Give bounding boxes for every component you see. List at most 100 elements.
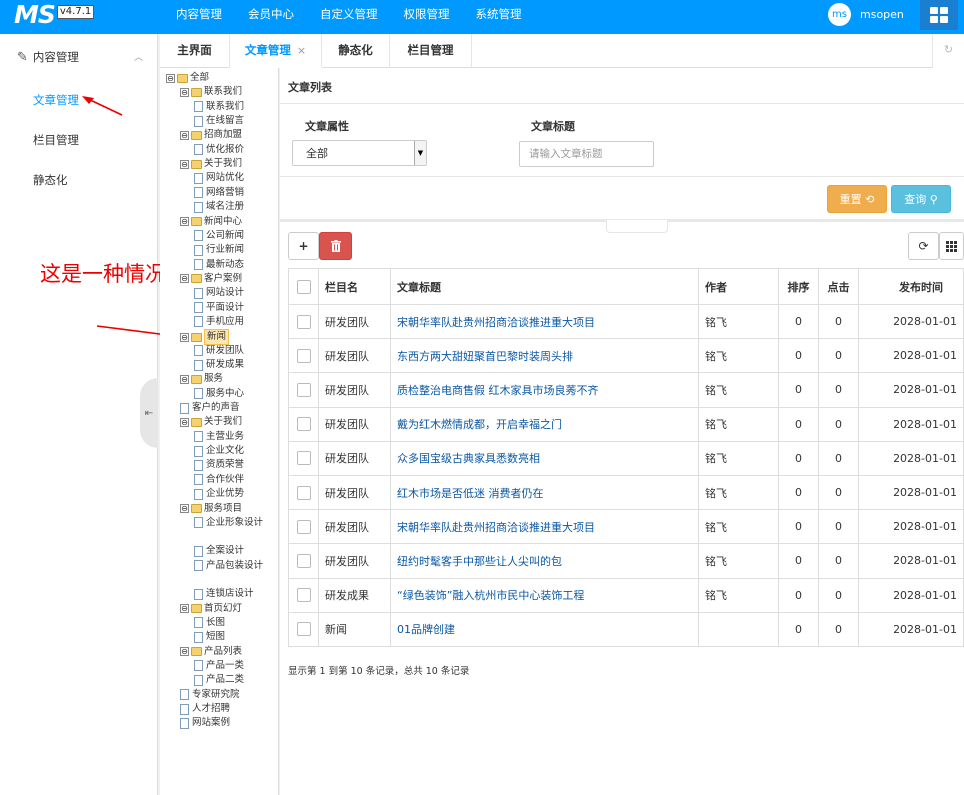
cell-title[interactable]: 01品牌创建: [390, 611, 699, 647]
topnav-custom[interactable]: 自定义管理: [307, 0, 391, 30]
tab-article[interactable]: 文章管理 ×: [230, 34, 322, 68]
tree-node[interactable]: 研发成果: [194, 358, 244, 372]
reset-button[interactable]: 重置 ⟲: [827, 185, 887, 213]
col-title[interactable]: 文章标题: [390, 268, 699, 305]
tree-node[interactable]: 主营业务: [194, 430, 244, 444]
col-date[interactable]: 发布时间: [858, 268, 964, 305]
delete-button[interactable]: [319, 232, 352, 260]
row-checkbox[interactable]: [296, 485, 311, 500]
row-checkbox[interactable]: [296, 451, 311, 466]
tree-node[interactable]: 专家研究院: [180, 688, 240, 702]
col-sort[interactable]: 排序: [778, 268, 819, 305]
tree-node[interactable]: 长图: [194, 616, 225, 630]
close-icon[interactable]: ×: [297, 44, 306, 57]
tree-node[interactable]: ⊖ 产品列表: [180, 645, 242, 659]
tab-column[interactable]: 栏目管理: [390, 34, 472, 68]
sidebar-item-article[interactable]: 文章管理: [33, 92, 79, 108]
tree-collapse-icon[interactable]: ⊖: [180, 417, 189, 427]
sidebar-collapse-handle[interactable]: ⇤: [140, 378, 158, 448]
tree-collapse-icon[interactable]: ⊖: [180, 87, 189, 97]
attr-select[interactable]: 全部 ▼: [292, 140, 427, 166]
tree-node[interactable]: 网络营销: [194, 186, 244, 200]
table-row[interactable]: 研发团队 众多国宝级古典家具悉数亮相 铭飞 0 0 2028-01-01: [288, 440, 964, 476]
tree-node[interactable]: 手机应用: [194, 315, 244, 329]
tree-collapse-icon[interactable]: ⊖: [180, 274, 189, 284]
title-input[interactable]: 请输入文章标题: [519, 141, 654, 167]
cell-title[interactable]: 宋朝华率队赴贵州招商洽谈推进重大项目: [390, 509, 699, 545]
tree-collapse-icon[interactable]: ⊖: [180, 647, 189, 657]
tree-node[interactable]: 行业新闻: [194, 243, 244, 257]
table-row[interactable]: 新闻 01品牌创建 0 0 2028-01-01: [288, 611, 964, 647]
row-checkbox[interactable]: [296, 348, 311, 363]
tree-node[interactable]: 短图: [194, 630, 225, 644]
tree-node[interactable]: 网站优化: [194, 171, 244, 185]
cell-title[interactable]: 纽约时髦客手中那些让人尖叫的包: [390, 543, 699, 579]
sidebar-item-static[interactable]: 静态化: [33, 172, 68, 188]
tree-node[interactable]: 研发团队: [194, 344, 244, 358]
tree-node[interactable]: 企业优势: [194, 487, 244, 501]
tree-node[interactable]: 公司新闻: [194, 229, 244, 243]
tree-node[interactable]: ⊖ 关于我们: [180, 157, 242, 171]
cell-title[interactable]: 戴为红木燃情成都，开启幸福之门: [390, 406, 699, 442]
tree-node[interactable]: ⊖ 关于我们: [180, 415, 242, 429]
tree-node[interactable]: 网站设计: [194, 286, 244, 300]
row-checkbox[interactable]: [296, 314, 311, 329]
tree-node[interactable]: 客户的声音: [180, 401, 240, 415]
cell-title[interactable]: 红木市场是否低迷 消费者仍在: [390, 474, 699, 511]
tree-collapse-icon[interactable]: ⊖: [180, 332, 189, 342]
cell-title[interactable]: 众多国宝级古典家具悉数亮相: [390, 440, 699, 476]
tree-node[interactable]: 企业形象设计: [194, 516, 274, 530]
tabs-refresh-button[interactable]: ↻: [932, 34, 964, 68]
table-row[interactable]: 研发团队 宋朝华率队赴贵州招商洽谈推进重大项目 铭飞 0 0 2028-01-01: [288, 509, 964, 545]
table-row[interactable]: 研发团队 质检整治电商售假 红木家具市场良莠不齐 铭飞 0 0 2028-01-01: [288, 372, 964, 408]
tree-node[interactable]: ⊖ 服务项目: [180, 502, 242, 516]
select-all-checkbox[interactable]: [296, 279, 311, 294]
table-row[interactable]: 研发团队 戴为红木燃情成都，开启幸福之门 铭飞 0 0 2028-01-01: [288, 406, 964, 442]
tree-node[interactable]: 域名注册: [194, 200, 244, 214]
cell-title[interactable]: 东西方两大甜妞聚首巴黎时装周头排: [390, 338, 699, 374]
tree-node[interactable]: 优化报价: [194, 143, 244, 157]
table-row[interactable]: 研发团队 宋朝华率队赴贵州招商洽谈推进重大项目 铭飞 0 0 2028-01-01: [288, 303, 964, 340]
sidebar-group-content[interactable]: ✎ 内容管理: [17, 49, 79, 65]
tree-node[interactable]: 网站案例: [180, 716, 230, 730]
tab-static[interactable]: 静态化: [322, 34, 390, 68]
tree-collapse-icon[interactable]: ⊖: [180, 217, 189, 226]
chevron-up-icon[interactable]: ︿: [134, 50, 143, 63]
tree-node[interactable]: 产品一类: [194, 659, 244, 673]
query-button[interactable]: 查询 ⚲: [891, 185, 951, 213]
topnav-system[interactable]: 系统管理: [463, 0, 535, 30]
tree-collapse-icon[interactable]: ⊖: [166, 73, 175, 83]
tree-node[interactable]: ⊖ 首页幻灯: [180, 602, 242, 616]
col-category[interactable]: 栏目名: [318, 268, 391, 305]
sidebar-item-column[interactable]: 栏目管理: [33, 132, 79, 148]
tree-collapse-icon[interactable]: ⊖: [180, 374, 189, 384]
topnav-member[interactable]: 会员中心: [235, 0, 307, 30]
row-checkbox[interactable]: [296, 622, 311, 637]
tree-node[interactable]: 连锁店设计: [194, 587, 254, 601]
tree-node[interactable]: 联系我们: [194, 100, 244, 114]
tree-node[interactable]: 产品二类: [194, 673, 244, 687]
row-checkbox[interactable]: [296, 553, 311, 568]
tree-node[interactable]: 全案设计: [194, 544, 244, 558]
cell-title[interactable]: 质检整治电商售假 红木家具市场良莠不齐: [390, 372, 699, 408]
tree-node[interactable]: 产品包装设计: [194, 559, 274, 573]
topnav-content[interactable]: 内容管理: [163, 0, 235, 30]
row-checkbox[interactable]: [296, 417, 311, 432]
row-checkbox[interactable]: [296, 588, 311, 603]
tree-node[interactable]: 平面设计: [194, 301, 244, 315]
row-checkbox[interactable]: [296, 519, 311, 534]
tree-collapse-icon[interactable]: ⊖: [180, 130, 189, 140]
tree-node[interactable]: ⊖ 新闻中心: [180, 215, 242, 229]
tree-node[interactable]: ⊖ 联系我们: [180, 85, 242, 99]
tree-node[interactable]: ⊖ 服务: [180, 372, 223, 386]
apps-button[interactable]: [920, 0, 958, 30]
table-row[interactable]: 研发团队 红木市场是否低迷 消费者仍在 铭飞 0 0 2028-01-01: [288, 474, 964, 511]
tree-node[interactable]: ⊖ 客户案例: [180, 272, 242, 286]
user-menu[interactable]: ms msopen: [828, 3, 904, 26]
cell-title[interactable]: “绿色装饰”融入杭州市民中心装饰工程: [390, 577, 699, 613]
add-button[interactable]: +: [288, 232, 319, 260]
tree-node[interactable]: ⊖ 招商加盟: [180, 128, 242, 142]
tree-node[interactable]: 企业文化: [194, 444, 244, 458]
col-hits[interactable]: 点击: [818, 268, 859, 305]
tree-collapse-icon[interactable]: ⊖: [180, 159, 189, 169]
